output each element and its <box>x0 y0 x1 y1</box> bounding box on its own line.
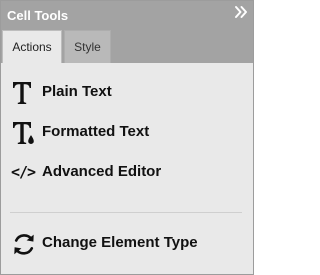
text-t-icon <box>13 82 31 104</box>
refresh-cycle-icon <box>14 234 34 255</box>
change-element-type-label: Change Element Type <box>42 234 198 251</box>
advanced-editor-action[interactable]: </> Advanced Editor <box>10 158 244 188</box>
double-chevron-right-icon <box>235 6 247 18</box>
panel-title: Cell Tools <box>7 8 69 23</box>
tab-actions[interactable]: Actions <box>2 30 62 63</box>
panel-header: Cell Tools Actions Style <box>1 1 253 63</box>
formatted-text-t-icon <box>13 122 36 146</box>
advanced-editor-label: Advanced Editor <box>42 163 162 180</box>
cell-tools-panel: Cell Tools Actions Style Plain Text Form… <box>0 0 254 275</box>
formatted-text-action[interactable]: Formatted Text <box>10 118 244 148</box>
collapse-panel-button[interactable] <box>233 3 249 21</box>
menu-divider <box>10 212 242 213</box>
formatted-text-label: Formatted Text <box>42 123 150 140</box>
tab-style[interactable]: Style <box>64 30 111 63</box>
plain-text-action[interactable]: Plain Text <box>10 78 244 108</box>
change-element-type-action[interactable]: Change Element Type <box>10 229 244 259</box>
plain-text-label: Plain Text <box>42 83 112 100</box>
code-icon: </> <box>11 163 36 181</box>
